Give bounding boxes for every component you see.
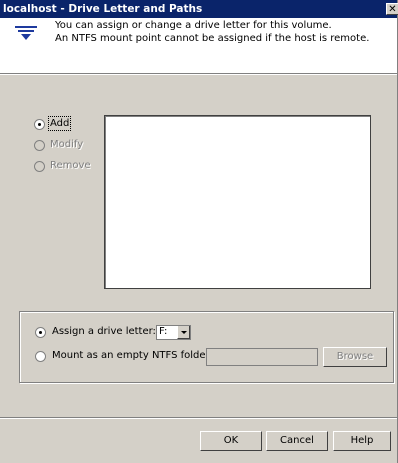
header-description-line1: You can assign or change a drive letter …: [55, 20, 332, 31]
help-button[interactable]: Help: [333, 431, 391, 451]
dialog-header: You can assign or change a drive letter …: [0, 18, 397, 73]
title-bar[interactable]: localhost - Drive Letter and Paths ✕: [0, 0, 398, 18]
drive-letter-dropdown-button[interactable]: [177, 326, 190, 339]
mount-folder-label[interactable]: Mount as an empty NTFS folder:: [52, 350, 213, 361]
header-divider: [0, 73, 397, 75]
close-icon: ✕: [388, 4, 397, 15]
cancel-button[interactable]: Cancel: [266, 431, 328, 451]
modify-radio[interactable]: [34, 140, 45, 151]
paths-listbox[interactable]: [104, 115, 371, 289]
window-title: localhost - Drive Letter and Paths: [3, 3, 203, 15]
close-button[interactable]: ✕: [386, 3, 398, 15]
remove-radio-label[interactable]: Remove: [50, 160, 91, 171]
drive-letter-dialog: localhost - Drive Letter and Paths ✕ You…: [0, 0, 398, 463]
ok-button[interactable]: OK: [200, 431, 262, 451]
modify-radio-label[interactable]: Modify: [50, 139, 83, 150]
add-radio-label[interactable]: Add: [47, 116, 72, 131]
assign-drive-letter-label[interactable]: Assign a drive letter:: [52, 326, 156, 337]
assign-drive-letter-radio[interactable]: [35, 327, 46, 338]
mount-path-input[interactable]: [206, 348, 318, 366]
veritas-logo-icon: [15, 26, 37, 40]
drive-letter-value: F:: [159, 326, 168, 337]
drive-letter-select[interactable]: F:: [156, 325, 191, 340]
footer-divider: [0, 417, 397, 419]
header-description-line2: An NTFS mount point cannot be assigned i…: [55, 33, 370, 44]
add-radio[interactable]: [34, 119, 45, 130]
remove-radio[interactable]: [34, 161, 45, 172]
browse-button[interactable]: Browse: [323, 347, 387, 367]
mount-folder-radio[interactable]: [35, 351, 46, 362]
chevron-down-icon: [181, 331, 187, 334]
